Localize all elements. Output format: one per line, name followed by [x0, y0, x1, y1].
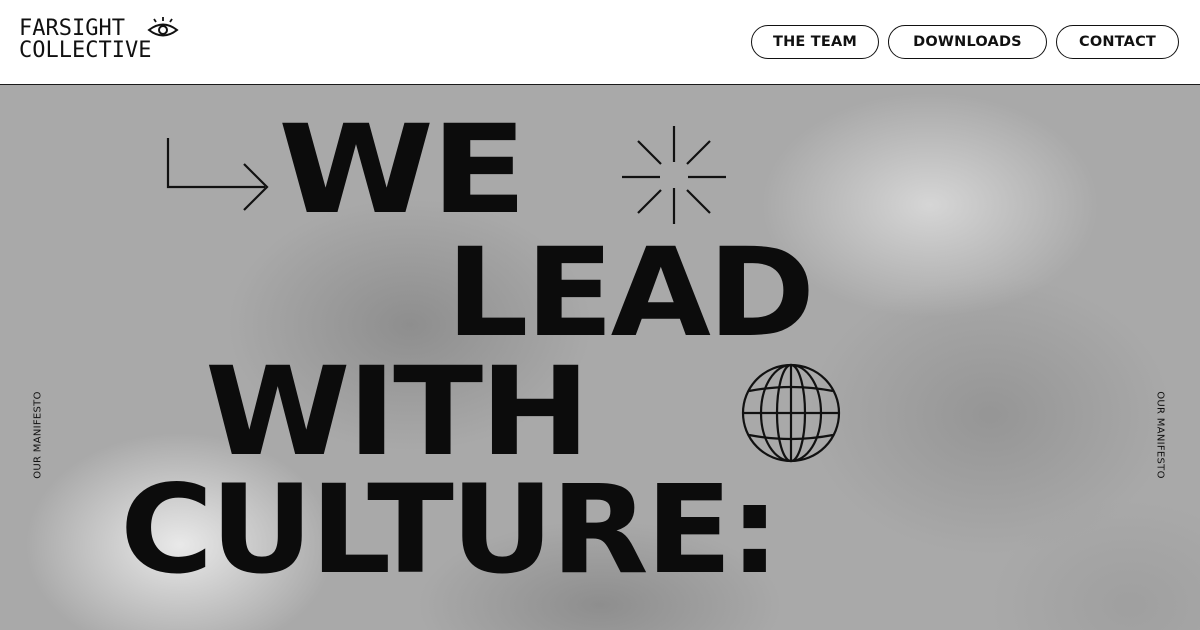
nav-the-team-button[interactable]: THE TEAM	[751, 25, 879, 59]
arrow-icon	[166, 138, 269, 211]
site-header: FARSIGHT COLLECTIVE THE TEAM DOWNLOADS C…	[0, 0, 1200, 85]
side-label-right: OUR MANIFESTO	[1154, 391, 1166, 479]
headline-word-culture: CULTURE:	[120, 459, 780, 602]
main-nav: THE TEAM DOWNLOADS CONTACT	[751, 25, 1179, 59]
headline-word-lead: LEAD	[446, 222, 815, 365]
globe-icon	[741, 363, 841, 463]
side-label-left: OUR MANIFESTO	[32, 391, 44, 479]
brand-name-line1: FARSIGHT	[19, 16, 125, 41]
eye-icon	[147, 17, 179, 37]
sparkle-icon	[622, 126, 726, 224]
nav-contact-button[interactable]: CONTACT	[1056, 25, 1179, 59]
headline-word-with: WITH	[205, 341, 590, 484]
nav-downloads-button[interactable]: DOWNLOADS	[888, 25, 1047, 59]
brand-logo[interactable]: FARSIGHT COLLECTIVE	[19, 16, 179, 63]
brand-name-line2: COLLECTIVE	[19, 38, 152, 63]
headline-word-we: WE	[278, 99, 527, 242]
